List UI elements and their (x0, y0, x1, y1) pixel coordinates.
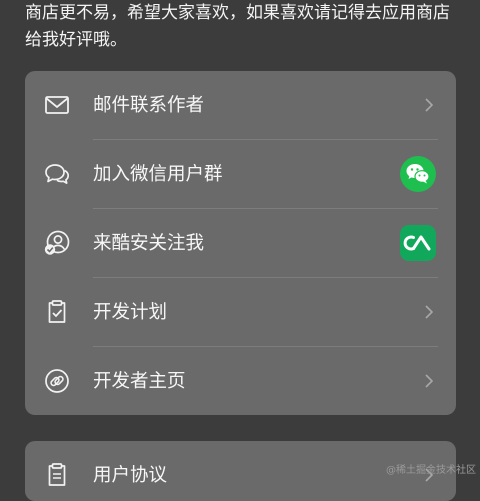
menu-item-label: 用户协议 (93, 465, 168, 486)
menu-item-label: 开发计划 (93, 302, 168, 323)
chevron-right-icon (425, 98, 434, 112)
menu-item-dev-plan[interactable]: 开发计划 (25, 278, 456, 347)
menu-item-label: 邮件联系作者 (93, 95, 205, 116)
menu-item-follow-on-coolapk[interactable]: 来酷安关注我 (25, 209, 456, 278)
intro-text: 商店更不易，希望大家喜欢，如果喜欢请记得去应用商店 给我好评哦。 (25, 0, 465, 54)
chevron-right-icon (425, 305, 434, 319)
watermark: @稀土掘金技术社区 (386, 465, 476, 476)
contact-menu-card: 邮件联系作者 加入微信用户群 来酷安关注我 开发计划 开发者主页 (25, 71, 456, 415)
wechat-icon (400, 156, 436, 192)
coolapk-icon (400, 225, 436, 261)
menu-item-label: 加入微信用户群 (93, 164, 223, 185)
clipboard-check-icon (48, 300, 66, 323)
mail-icon (45, 96, 69, 114)
intro-line-2: 给我好评哦。 (25, 30, 127, 50)
chat-bubbles-icon (45, 164, 70, 184)
chevron-right-icon (425, 374, 434, 388)
menu-item-email-author[interactable]: 邮件联系作者 (25, 71, 456, 140)
link-icon (45, 369, 69, 393)
user-follow-icon (44, 230, 70, 255)
menu-item-developer-homepage[interactable]: 开发者主页 (25, 347, 456, 415)
menu-item-label: 开发者主页 (93, 371, 186, 392)
intro-line-1: 商店更不易，希望大家喜欢，如果喜欢请记得去应用商店 (25, 3, 450, 23)
menu-item-join-wechat-group[interactable]: 加入微信用户群 (25, 140, 456, 209)
document-icon (48, 463, 66, 486)
menu-item-label: 来酷安关注我 (93, 233, 205, 254)
